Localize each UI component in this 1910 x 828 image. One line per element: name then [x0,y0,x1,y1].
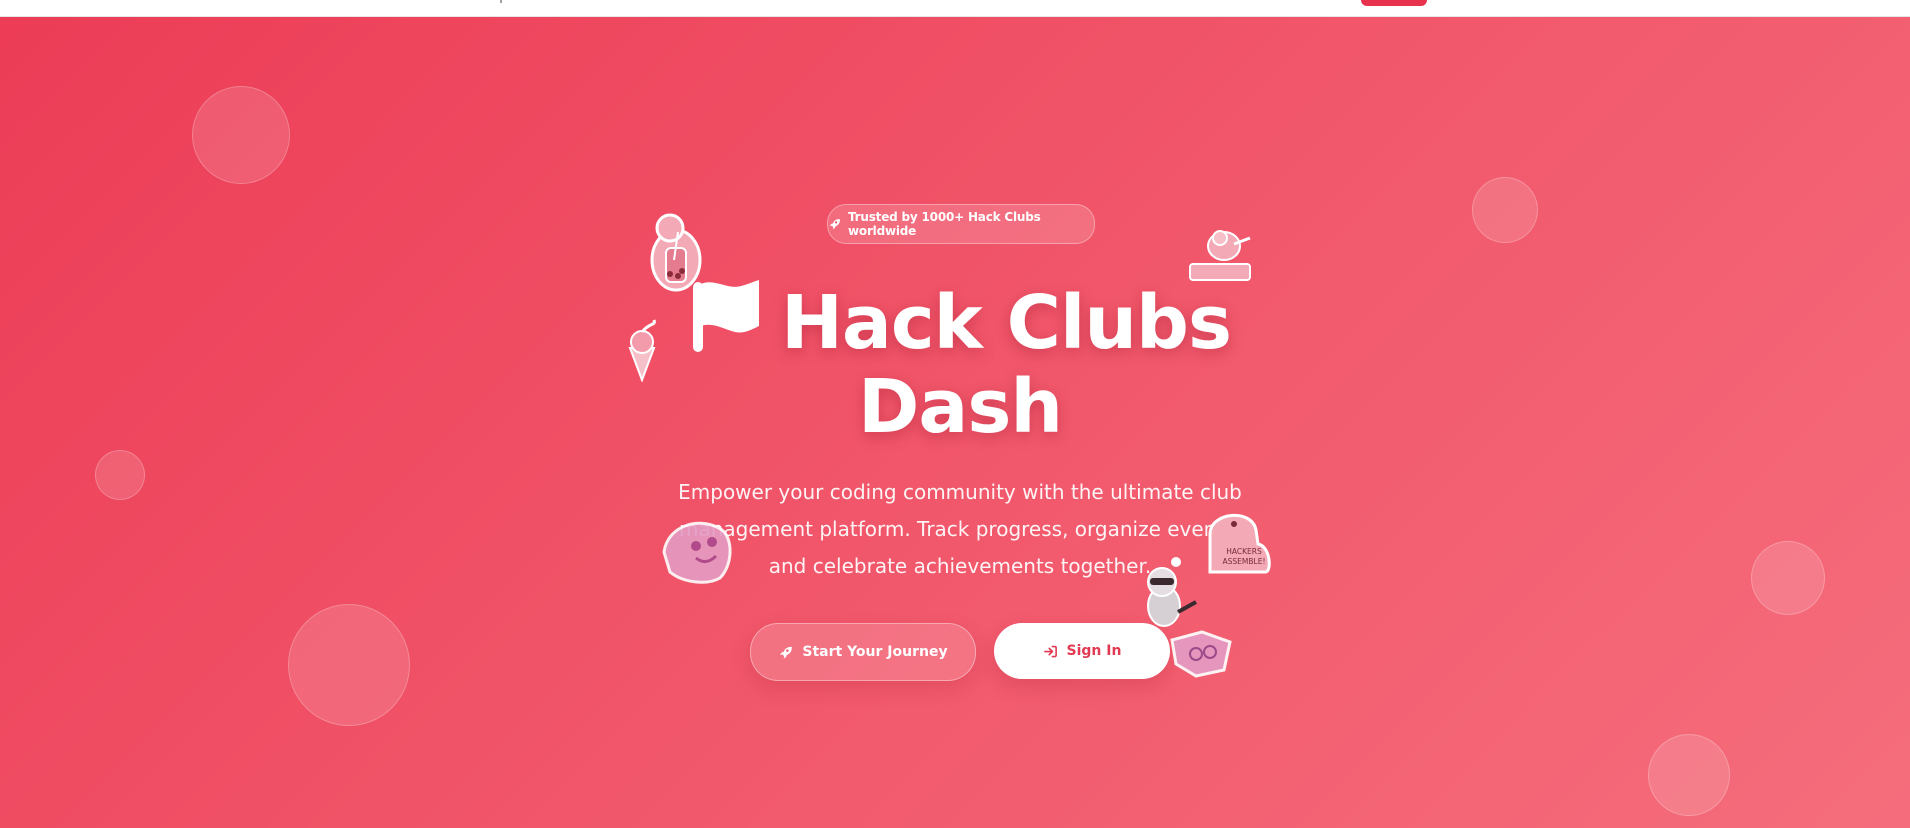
sign-in-label: Sign In [1066,643,1122,659]
rocket-icon [780,646,793,659]
decorative-bubble [288,604,410,726]
start-journey-button[interactable]: Start Your Journey [750,623,976,681]
title-line-1: Hack Clubs [620,278,1300,365]
hackers-assemble-sticker: HACKERS ASSEMBLE! [1208,514,1271,574]
decorative-bubble [192,86,290,184]
shield-sticker [1170,630,1232,678]
nav-fragment [500,0,502,3]
title-text-1: Hack Clubs [780,280,1232,366]
badge-text: Trusted by 1000+ Hack Clubs worldwide [848,210,1041,238]
decorative-bubble [1648,734,1730,816]
top-nav-bar [0,0,1910,17]
title-line-2: Dash [857,364,1063,450]
ice-cream-sticker [628,319,656,382]
svg-text:HACKERSASSEMBLE!: HACKERS ASSEMBLE! [1223,547,1266,566]
decorative-bubble [1751,541,1825,615]
start-journey-label: Start Your Journey [802,644,948,660]
decorative-bubble [1472,177,1538,243]
nav-action-button[interactable] [1361,0,1427,6]
raccoon-sticker [1147,557,1197,627]
trusted-badge: Trusted by 1000+ Hack Clubs worldwide [827,204,1095,244]
rocket-icon [829,219,840,230]
dino-computer-sticker [1189,230,1251,281]
sign-in-icon [1043,645,1057,657]
page-title: Hack Clubs Dash [620,278,1300,449]
dino-boba-sticker [650,213,702,292]
decorative-bubble [95,450,145,500]
ghost-sticker [662,521,732,584]
